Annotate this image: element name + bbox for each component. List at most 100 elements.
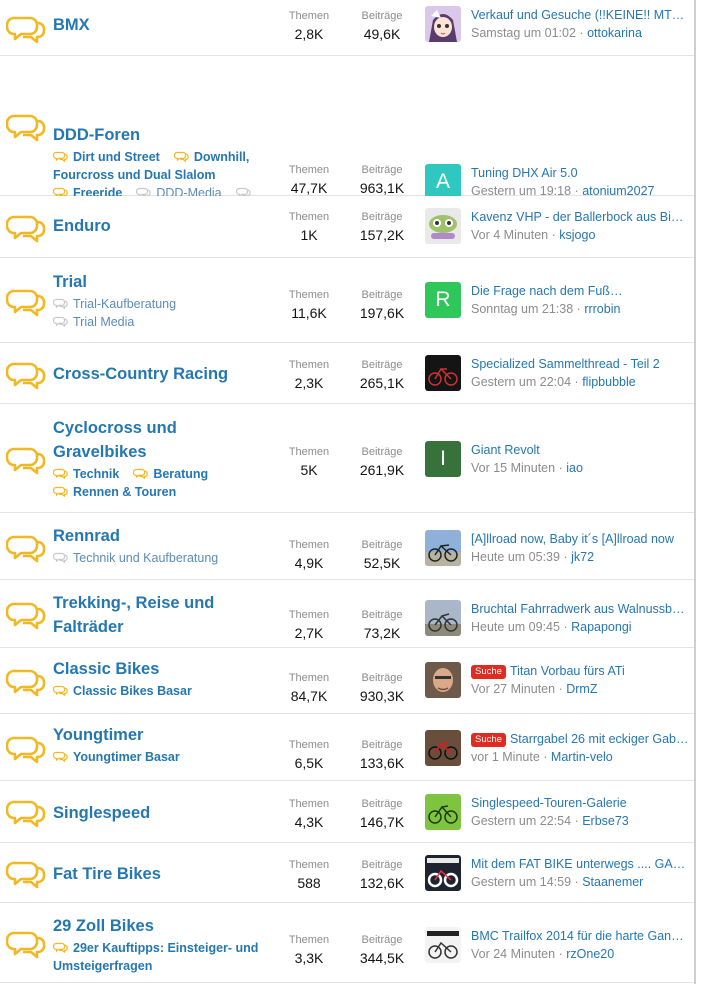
themen-stat: Themen 2,3K (274, 358, 344, 393)
latest-time[interactable]: Samstag um 01:02 (471, 26, 576, 40)
beitraege-stat: Beiträge 261,9K (347, 445, 417, 480)
user-avatar[interactable]: I (425, 441, 461, 477)
forum-title[interactable]: 29 Zoll Bikes (53, 914, 278, 938)
forum-title[interactable]: Classic Bikes (53, 657, 278, 681)
latest-time[interactable]: Vor 27 Minuten (471, 682, 555, 696)
forum-title[interactable]: Cyclocross und Gravelbikes (53, 416, 218, 464)
themen-label: Themen (288, 10, 330, 22)
themen-label: Themen (288, 934, 330, 946)
subforum-link[interactable]: Trial-Kaufberatung (53, 295, 176, 313)
user-avatar[interactable] (425, 730, 461, 766)
latest-username[interactable]: flipbubble (582, 375, 636, 389)
latest-thread-link[interactable]: Giant Revolt (471, 441, 689, 459)
forum-title[interactable]: Trekking-, Reise und Falträder (53, 591, 218, 639)
latest-time[interactable]: Vor 4 Minuten (471, 228, 548, 242)
forum-title[interactable]: Youngtimer (53, 723, 278, 747)
user-avatar[interactable] (425, 355, 461, 391)
latest-thread-link[interactable]: BMC Trailfox 2014 für die harte Gangart (471, 927, 689, 945)
latest-time[interactable]: vor 1 Minute (471, 750, 540, 764)
latest-thread-link[interactable]: Specialized Sammelthread - Teil 2 (471, 355, 689, 373)
themen-count: 588 (297, 875, 321, 891)
subforum-label: Technik und Kaufberatung (73, 551, 219, 565)
latest-meta: Sonntag um 21:38 · rrrobin (471, 300, 689, 318)
latest-username[interactable]: Staanemer (582, 875, 643, 889)
latest-time[interactable]: Heute um 09:45 (471, 620, 560, 634)
subforum-link[interactable]: Rennen & Touren (53, 483, 176, 501)
user-avatar[interactable] (425, 794, 461, 830)
latest-time[interactable]: Sonntag um 21:38 (471, 302, 573, 316)
latest-username[interactable]: jk72 (571, 550, 594, 564)
latest-thread-link[interactable]: Suche Titan Vorbau fürs ATi (471, 662, 689, 680)
latest-username[interactable]: rrrobin (584, 302, 620, 316)
subforum-label: Technik (73, 467, 120, 481)
subforum-link[interactable]: Trial Media (53, 313, 134, 331)
latest-thread-link[interactable]: Kavenz VHP - der Ballerbock aus Bietighe… (471, 208, 689, 226)
forum-title[interactable]: BMX (53, 13, 278, 37)
forum-unread-chat-icon (6, 859, 46, 889)
user-avatar[interactable]: A (425, 164, 461, 200)
themen-count: 2,3K (294, 375, 324, 391)
meta-separator: · (574, 875, 579, 889)
subforum-link[interactable]: Dirt und Street (53, 148, 160, 166)
forum-title[interactable]: Trial (53, 270, 278, 294)
latest-username[interactable]: ottokarina (587, 26, 642, 40)
subforum-link[interactable]: Classic Bikes Basar (53, 682, 192, 700)
meta-separator: · (576, 302, 581, 316)
themen-count: 4,3K (294, 814, 324, 830)
forum-row: Trial Trial-Kaufberatung Trial Media Themen… (0, 258, 694, 343)
themen-count: 4,9K (294, 555, 324, 571)
beitraege-label: Beiträge (361, 739, 403, 751)
content-right-border (694, 0, 696, 984)
forum-title[interactable]: Cross-Country Racing (53, 362, 278, 386)
user-avatar[interactable]: R (425, 282, 461, 318)
themen-label: Themen (288, 672, 330, 684)
latest-thread-link[interactable]: Singlespeed-Touren-Galerie (471, 794, 689, 812)
latest-username[interactable]: ksjogo (559, 228, 595, 242)
subforum-list: Trial-Kaufberatung Trial Media (53, 295, 278, 331)
latest-username[interactable]: Erbse73 (582, 814, 629, 828)
latest-username[interactable]: rzOne20 (566, 947, 614, 961)
forum-title[interactable]: Enduro (53, 214, 278, 238)
forum-unread-chat-icon (6, 213, 46, 243)
latest-thread-title: Tuning DHX Air 5.0 (471, 166, 578, 180)
latest-thread-link[interactable]: Die Frage nach dem Fuß… (471, 282, 689, 300)
latest-time[interactable]: Vor 24 Minuten (471, 947, 555, 961)
forum-title[interactable]: Singlespeed (53, 801, 278, 825)
user-avatar[interactable] (425, 208, 461, 244)
subforum-link[interactable]: Beratung (133, 465, 208, 483)
user-avatar[interactable] (425, 855, 461, 891)
user-avatar[interactable] (425, 530, 461, 566)
latest-thread-link[interactable]: Mit dem FAT BIKE unterwegs .... GALERIE (471, 855, 689, 873)
user-avatar[interactable] (425, 662, 461, 698)
user-avatar[interactable] (425, 600, 461, 636)
latest-thread-link[interactable]: Bruchtal Fahrradwerk aus Walnussbaum (471, 600, 689, 618)
latest-username[interactable]: iao (566, 461, 583, 475)
subforum-chat-icon (133, 468, 149, 479)
latest-thread-link[interactable]: [A]llroad now, Baby it´s [A]llroad now (471, 530, 689, 548)
latest-username[interactable]: Martin-velo (551, 750, 613, 764)
beitraege-stat: Beiträge 157,2K (347, 210, 417, 245)
latest-thread-link[interactable]: Verkauf und Gesuche (!!KEINE!! MTB-Teile… (471, 6, 689, 24)
themen-stat: Themen 11,6K (274, 288, 344, 323)
latest-thread-title: Singlespeed-Touren-Galerie (471, 796, 627, 810)
beitraege-count: 265,1K (359, 375, 405, 391)
latest-time[interactable]: Vor 15 Minuten (471, 461, 555, 475)
beitraege-label: Beiträge (361, 609, 403, 621)
latest-username[interactable]: Rapapongi (571, 620, 631, 634)
latest-time[interactable]: Gestern um 22:54 (471, 814, 571, 828)
latest-time[interactable]: Heute um 05:39 (471, 550, 560, 564)
user-avatar[interactable] (425, 927, 461, 963)
latest-time[interactable]: Gestern um 14:59 (471, 875, 571, 889)
latest-time[interactable]: Gestern um 22:04 (471, 375, 571, 389)
latest-thread-link[interactable]: SucheStarrgabel 26 mit eckiger Gabelkron… (471, 730, 689, 748)
forum-title[interactable]: Rennrad (53, 524, 278, 548)
latest-thread-link[interactable]: Tuning DHX Air 5.0 (471, 164, 689, 182)
subforum-link[interactable]: 29er Kauftipps: Einsteiger- und Umsteige… (53, 941, 258, 973)
forum-title[interactable]: DDD-Foren (53, 123, 278, 147)
latest-username[interactable]: DrmZ (566, 682, 597, 696)
subforum-link[interactable]: Technik (53, 465, 119, 483)
subforum-link[interactable]: Technik und Kaufberatung (53, 549, 218, 567)
subforum-link[interactable]: Youngtimer Basar (53, 748, 180, 766)
user-avatar[interactable] (425, 6, 461, 42)
forum-title[interactable]: Fat Tire Bikes (53, 862, 278, 886)
